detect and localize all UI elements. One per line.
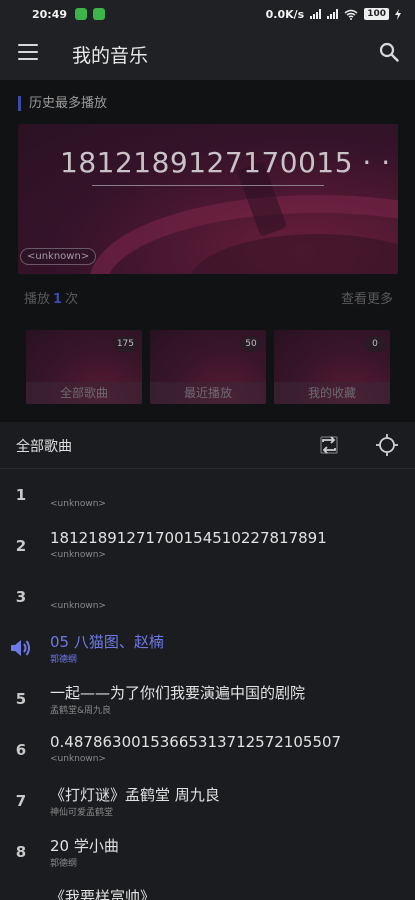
most-played-title: 1812189127170015 · · [60, 146, 391, 179]
song-list-header: 全部歌曲 [0, 422, 415, 469]
now-playing-speaker-icon [11, 640, 30, 656]
notification-app-icon [75, 8, 88, 20]
tile-count: 175 [112, 336, 138, 352]
locate-icon[interactable] [375, 433, 399, 457]
song-row[interactable]: 2 181218912717001545102278178​91 <unknow… [0, 521, 415, 572]
play-count-value: 1 [53, 292, 63, 307]
banner-divider [92, 185, 324, 186]
notification-app-icon [93, 8, 106, 20]
song-artist: 郭德纲 [50, 859, 78, 869]
see-more-link[interactable]: 查看更多 [341, 288, 393, 307]
song-artist: <unknown> [50, 754, 106, 764]
song-title: 0.487863001536653137125721​05507 [50, 733, 342, 751]
signal-icon [327, 9, 339, 19]
charging-icon [395, 8, 401, 20]
song-title: 《我要样富帅》 [50, 888, 156, 900]
repeat-icon[interactable] [318, 434, 340, 456]
app-bar: 我的音乐 [0, 28, 415, 80]
library-tiles: 175 全部歌曲 50 最近播放 0 我的收藏 [26, 330, 394, 404]
song-artist: <unknown> [50, 499, 106, 509]
song-title: 20 学小曲 [50, 837, 119, 855]
menu-icon[interactable] [18, 44, 38, 62]
song-row[interactable]: 3 <unknown> [0, 572, 415, 623]
song-artist: <unknown> [50, 550, 106, 560]
song-number: 5 [15, 690, 27, 708]
song-number: 6 [15, 741, 27, 759]
tile-label: 最近播放 [150, 382, 266, 404]
song-artist: 郭德纲 [50, 655, 78, 665]
battery-icon: 100 [364, 8, 389, 20]
song-row[interactable]: 1 <unknown> [0, 470, 415, 521]
banner-artist-tag: <unknown> [20, 248, 97, 265]
song-list: 1 <unknown> 2 18121891271700154510227817… [0, 470, 415, 900]
song-artist: 神仙可爱孟鹤堂 [50, 808, 114, 818]
song-number: 7 [15, 792, 27, 810]
song-row[interactable]: 5 一起——为了你们我要演遍中国的剧院 孟鹤堂&周九良 [0, 674, 415, 725]
network-speed: 0.0K/s [265, 7, 305, 21]
song-row-playing[interactable]: 05 八猫图、赵楠 郭德纲 [0, 623, 415, 674]
song-artist: <unknown> [50, 601, 106, 611]
play-count: 播放 1 次 [24, 288, 78, 307]
tile-count: 0 [364, 336, 386, 352]
song-number: 3 [15, 588, 27, 606]
play-count-suffix: 次 [65, 292, 79, 307]
signal-icon [310, 9, 322, 19]
status-time: 20:49 [32, 7, 68, 21]
song-number: 2 [15, 537, 27, 555]
page-title: 我的音乐 [72, 45, 149, 67]
song-list-title: 全部歌曲 [16, 439, 72, 455]
tile-recent-plays[interactable]: 50 最近播放 [150, 330, 266, 404]
search-icon[interactable] [379, 42, 399, 62]
song-number: 8 [15, 843, 27, 861]
tile-count: 50 [240, 336, 262, 352]
tile-all-songs[interactable]: 175 全部歌曲 [26, 330, 142, 404]
song-row[interactable]: 6 0.487863001536653137125721​05507 <unkn… [0, 725, 415, 776]
tile-label: 我的收藏 [274, 382, 390, 404]
tile-favorites[interactable]: 0 我的收藏 [274, 330, 390, 404]
play-count-prefix: 播放 [24, 292, 51, 307]
wifi-icon [344, 9, 358, 20]
most-played-banner[interactable]: 1812189127170015 · · <unknown> [18, 124, 398, 274]
song-title: 一起——为了你们我要演遍中国的剧院 [50, 684, 306, 702]
song-title: 181218912717001545102278178​91 [50, 529, 327, 547]
song-artist: 孟鹤堂&周九良 [50, 706, 112, 716]
song-row[interactable]: 8 20 学小曲 郭德纲 [0, 827, 415, 878]
song-title: 05 八猫图、赵楠 [50, 633, 164, 651]
song-row[interactable]: 7 《打灯谜》孟鹤堂 周九良 神仙可爱孟鹤堂 [0, 776, 415, 827]
history-label: 历史最多播放 [18, 96, 107, 111]
tile-label: 全部歌曲 [26, 382, 142, 404]
song-number: 1 [15, 486, 27, 504]
status-bar: 20:49 0.0K/s 100 [0, 0, 415, 28]
status-indicators: 0.0K/s 100 [266, 8, 401, 21]
song-number [0, 878, 42, 900]
song-row[interactable]: 《我要样富帅》 [0, 878, 415, 900]
song-title: 《打灯谜》孟鹤堂 周九良 [50, 786, 220, 804]
